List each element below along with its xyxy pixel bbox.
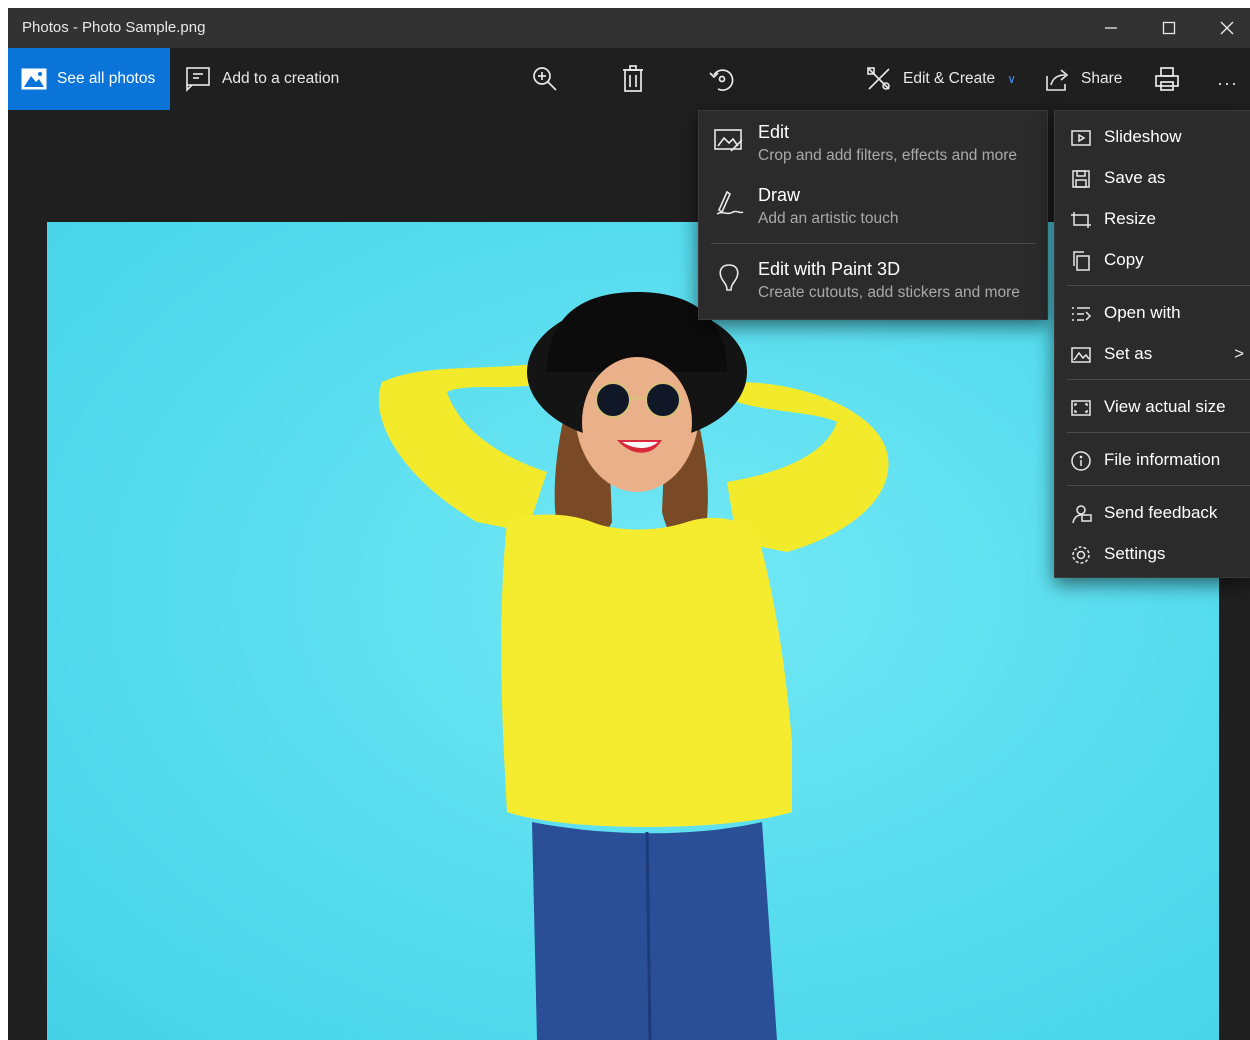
close-button[interactable] [1198, 8, 1250, 48]
see-more-menu: Slideshow Save as Resize Copy Open with … [1054, 110, 1250, 578]
chevron-right-icon: > [1234, 344, 1244, 363]
rotate-icon [709, 69, 734, 91]
edit-title: Edit [758, 122, 790, 142]
copy-icon [1070, 250, 1092, 272]
info-icon [1070, 450, 1092, 472]
share-label: Share [1081, 70, 1123, 87]
photo-canvas[interactable] [47, 222, 1219, 1040]
share-button[interactable]: Share [1043, 48, 1122, 110]
window-title: Photos - Photo Sample.png [22, 19, 206, 36]
menu-item-set-as[interactable]: Set as > [1055, 334, 1250, 374]
zoom-in-icon [533, 67, 557, 91]
maximize-button[interactable] [1140, 8, 1198, 48]
menu-item-save-as[interactable]: Save as [1055, 158, 1250, 198]
print-icon [1155, 67, 1179, 91]
edit-create-menu: Edit Crop and add filters, effects and m… [698, 110, 1048, 320]
menu-divider [1067, 379, 1250, 380]
file-information-label: File information [1104, 450, 1221, 469]
copy-label: Copy [1104, 250, 1144, 269]
set-as-icon [1070, 344, 1092, 366]
draw-pen-icon [713, 188, 745, 218]
trash-icon [623, 65, 643, 92]
feedback-icon [1070, 503, 1092, 525]
menu-item-copy[interactable]: Copy [1055, 240, 1250, 280]
delete-button[interactable] [611, 48, 655, 110]
menu-item-open-with[interactable]: Open with [1055, 293, 1250, 333]
resize-icon [1070, 209, 1092, 231]
open-with-label: Open with [1104, 303, 1181, 322]
maximize-icon [1162, 21, 1176, 35]
menu-item-edit[interactable]: Edit Crop and add filters, effects and m… [699, 111, 1047, 173]
command-bar: See all photos Add to a creation Edit & … [8, 48, 1250, 110]
menu-item-view-actual-size[interactable]: View actual size [1055, 387, 1250, 427]
menu-item-paint3d[interactable]: Edit with Paint 3D Create cutouts, add s… [699, 248, 1047, 310]
open-with-icon [1070, 303, 1092, 325]
menu-divider [1067, 485, 1250, 486]
add-to-creation-button[interactable]: Add to a creation [184, 48, 339, 110]
paint3d-subtitle: Create cutouts, add stickers and more [758, 284, 1020, 301]
menu-item-draw[interactable]: Draw Add an artistic touch [699, 174, 1047, 236]
save-icon [1070, 168, 1092, 190]
see-all-photos-label: See all photos [57, 70, 156, 87]
minimize-icon [1105, 27, 1117, 29]
save-as-label: Save as [1104, 168, 1166, 187]
settings-icon [1070, 544, 1092, 566]
menu-item-file-information[interactable]: File information [1055, 440, 1250, 480]
close-icon [1220, 21, 1234, 35]
see-all-photos-button[interactable]: See all photos [8, 48, 170, 110]
title-bar: Photos - Photo Sample.png [8, 8, 1250, 48]
draw-subtitle: Add an artistic touch [758, 210, 899, 227]
edit-subtitle: Crop and add filters, effects and more [758, 147, 1018, 164]
paint3d-title: Edit with Paint 3D [758, 259, 901, 279]
photos-icon [21, 68, 47, 90]
zoom-button[interactable] [523, 48, 567, 110]
photo-image [378, 292, 889, 1040]
share-icon [1046, 69, 1069, 91]
print-button[interactable] [1145, 48, 1189, 110]
settings-label: Settings [1104, 544, 1166, 563]
edit-create-label: Edit & Create [903, 70, 996, 87]
slideshow-icon [1070, 127, 1092, 149]
actual-size-icon [1070, 397, 1092, 419]
rotate-button[interactable] [700, 48, 744, 110]
set-as-label: Set as [1104, 344, 1153, 363]
edit-image-icon [713, 125, 745, 155]
menu-item-slideshow[interactable]: Slideshow [1055, 117, 1250, 157]
send-feedback-label: Send feedback [1104, 503, 1218, 522]
view-actual-size-label: View actual size [1104, 397, 1226, 416]
see-more-button[interactable]: ... [1206, 48, 1250, 110]
chevron-down-icon: ∨ [1007, 72, 1016, 86]
resize-label: Resize [1104, 209, 1156, 228]
add-to-creation-label: Add to a creation [222, 70, 340, 87]
slideshow-label: Slideshow [1104, 127, 1182, 146]
edit-create-button[interactable]: Edit & Create ∨ [865, 48, 1016, 110]
add-to-creation-icon [186, 67, 210, 92]
menu-item-settings[interactable]: Settings [1055, 534, 1250, 574]
menu-divider [711, 243, 1035, 244]
menu-divider [1067, 432, 1250, 433]
menu-item-send-feedback[interactable]: Send feedback [1055, 493, 1250, 533]
minimize-button[interactable] [1082, 8, 1140, 48]
menu-divider [1067, 285, 1250, 286]
draw-title: Draw [758, 185, 801, 205]
more-dots-icon: ... [1217, 68, 1239, 89]
menu-item-resize[interactable]: Resize [1055, 199, 1250, 239]
photos-app-window: Photos - Photo Sample.png See all photos [8, 8, 1250, 1040]
paint3d-icon [713, 262, 745, 292]
edit-create-icon [867, 67, 890, 90]
